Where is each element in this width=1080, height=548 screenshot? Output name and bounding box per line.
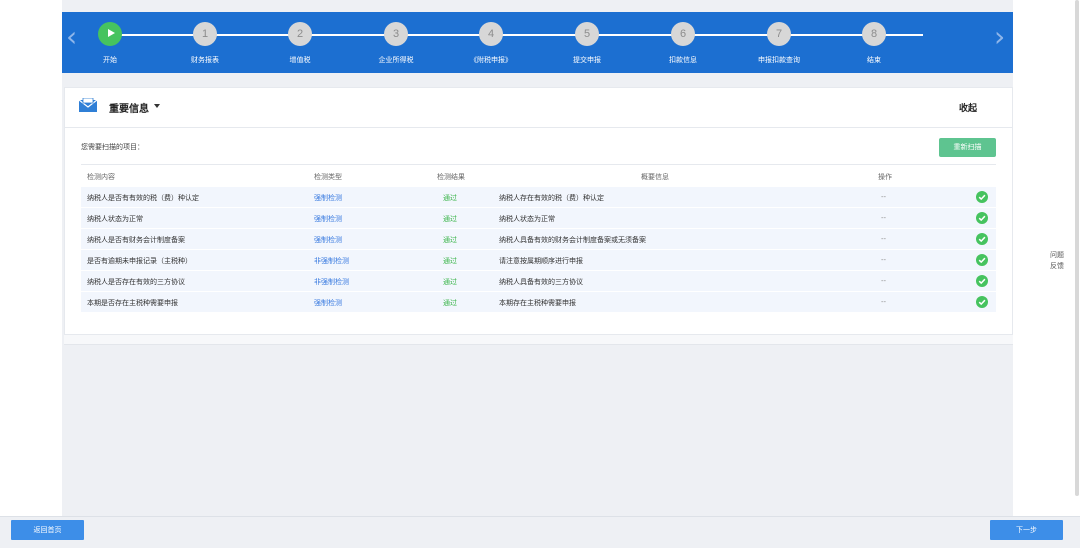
next-step-arrow-icon[interactable]: › [994, 22, 1008, 52]
step-label: 《附税申报》 [470, 56, 512, 64]
scan-items-label: 您需要扫描的项目： [81, 143, 144, 151]
step-label: 增值税 [289, 56, 311, 64]
cell-info: 纳税人具备有效的三方协议 [499, 278, 583, 286]
back-home-button[interactable]: 返回首页 [11, 520, 84, 540]
header-info: 概要信息 [641, 173, 669, 181]
step-number: 4 [479, 22, 503, 46]
step-label: 财务报表 [191, 56, 219, 64]
feedback-line1: 问题 [1050, 251, 1064, 259]
panel-footer-strip [64, 335, 1013, 345]
check-icon [976, 212, 988, 224]
step-label: 企业所得税 [378, 56, 414, 64]
step-number: 1 [193, 22, 217, 46]
cell-content: 纳税人是否有财务会计制度备案 [87, 236, 185, 244]
step-number: 3 [384, 22, 408, 46]
cell-info: 本期存在主税种需要申报 [499, 299, 576, 307]
table-row: 纳税人状态为正常 强制检测 通过 纳税人状态为正常 -- [81, 207, 996, 228]
table-row: 是否有逾期未申报记录（主税种） 非强制检测 通过 请注意按属期顺序进行申报 -- [81, 249, 996, 270]
step-submit-declaration[interactable]: 5 提交申报 [547, 22, 627, 65]
step-deduction-query[interactable]: 7 申报扣款查询 [739, 22, 819, 65]
header-op: 操作 [878, 173, 892, 181]
step-corporate-income-tax[interactable]: 3 企业所得税 [356, 22, 436, 65]
step-start[interactable]: 开始 [70, 22, 150, 65]
cell-info: 纳税人存在有效的税（费）种认定 [499, 194, 604, 202]
cell-info: 纳税人具备有效的财务会计制度备案或无须备案 [499, 236, 646, 244]
table-header: 检测内容 检测类型 检测结果 概要信息 操作 [81, 164, 996, 186]
panel-header: 重要信息 收起 [65, 88, 1012, 128]
check-icon [976, 275, 988, 287]
step-label: 开始 [103, 56, 117, 64]
cell-op: -- [881, 214, 887, 222]
check-icon [976, 233, 988, 245]
step-number: 5 [575, 22, 599, 46]
cell-info: 请注意按属期顺序进行申报 [499, 257, 583, 265]
cell-op: -- [881, 256, 887, 264]
next-step-button[interactable]: 下一步 [990, 520, 1063, 540]
cell-content: 纳税人是否有有效的税（费）种认定 [87, 194, 199, 202]
cell-result: 通过 [443, 278, 457, 286]
table-row: 纳税人是否存在有效的三方协议 非强制检测 通过 纳税人具备有效的三方协议 -- [81, 270, 996, 291]
cell-content: 是否有逾期未申报记录（主税种） [87, 257, 192, 265]
cell-result: 通过 [443, 236, 457, 244]
dropdown-caret-icon[interactable] [154, 104, 160, 108]
header-content: 检测内容 [87, 173, 115, 181]
step-deduction-info[interactable]: 6 扣款信息 [643, 22, 723, 65]
cell-result: 通过 [443, 257, 457, 265]
step-label: 申报扣款查询 [758, 56, 800, 64]
collapse-button[interactable]: 收起 [959, 101, 977, 114]
table-row: 纳税人是否有财务会计制度备案 强制检测 通过 纳税人具备有效的财务会计制度备案或… [81, 228, 996, 249]
rescan-button[interactable]: 重新扫描 [939, 138, 996, 157]
cell-type-link[interactable]: 强制检测 [314, 298, 342, 308]
step-end[interactable]: 8 结束 [834, 22, 914, 65]
table-row: 纳税人是否有有效的税（费）种认定 强制检测 通过 纳税人存在有效的税（费）种认定… [81, 186, 996, 207]
panel-title[interactable]: 重要信息 [109, 100, 149, 115]
cell-content: 纳税人状态为正常 [87, 215, 143, 223]
footer-bar [0, 516, 1080, 548]
cell-type-link[interactable]: 非强制检测 [314, 256, 349, 266]
step-number: 2 [288, 22, 312, 46]
check-icon [976, 296, 988, 308]
step-number: 8 [862, 22, 886, 46]
step-vat[interactable]: 2 增值税 [260, 22, 340, 65]
important-info-panel: 重要信息 收起 您需要扫描的项目： 重新扫描 检测内容 检测类型 检测结果 概要… [64, 87, 1013, 335]
header-result: 检测结果 [437, 173, 465, 181]
cell-content: 纳税人是否存在有效的三方协议 [87, 278, 185, 286]
cell-op: -- [881, 277, 887, 285]
mail-icon [79, 98, 97, 112]
cell-result: 通过 [443, 299, 457, 307]
step-label: 结束 [867, 56, 881, 64]
step-label: 提交申报 [573, 56, 601, 64]
cell-type-link[interactable]: 强制检测 [314, 214, 342, 224]
cell-info: 纳税人状态为正常 [499, 215, 555, 223]
header-type: 检测类型 [314, 173, 342, 181]
cell-result: 通过 [443, 194, 457, 202]
feedback-button[interactable]: 问题 反馈 [1044, 250, 1070, 272]
play-icon [98, 22, 122, 46]
scan-results-table: 检测内容 检测类型 检测结果 概要信息 操作 纳税人是否有有效的税（费）种认定 … [81, 164, 996, 312]
cell-op: -- [881, 235, 887, 243]
cell-op: -- [881, 193, 887, 201]
step-surtax-declaration[interactable]: 4 《附税申报》 [451, 22, 531, 65]
cell-result: 通过 [443, 215, 457, 223]
scrollbar[interactable] [1075, 0, 1079, 496]
cell-type-link[interactable]: 非强制检测 [314, 277, 349, 287]
step-progress-bar: ‹ 开始 1 财务报表 2 增值税 3 企业所得税 4 《附税申报》 5 提交申… [62, 12, 1013, 73]
step-number: 7 [767, 22, 791, 46]
step-financial-statements[interactable]: 1 财务报表 [165, 22, 245, 65]
check-icon [976, 191, 988, 203]
step-label: 扣款信息 [669, 56, 697, 64]
cell-type-link[interactable]: 强制检测 [314, 193, 342, 203]
feedback-line2: 反馈 [1050, 262, 1064, 270]
check-icon [976, 254, 988, 266]
step-number: 6 [671, 22, 695, 46]
cell-type-link[interactable]: 强制检测 [314, 235, 342, 245]
table-row: 本期是否存在主税种需要申报 强制检测 通过 本期存在主税种需要申报 -- [81, 291, 996, 312]
cell-op: -- [881, 298, 887, 306]
cell-content: 本期是否存在主税种需要申报 [87, 299, 178, 307]
